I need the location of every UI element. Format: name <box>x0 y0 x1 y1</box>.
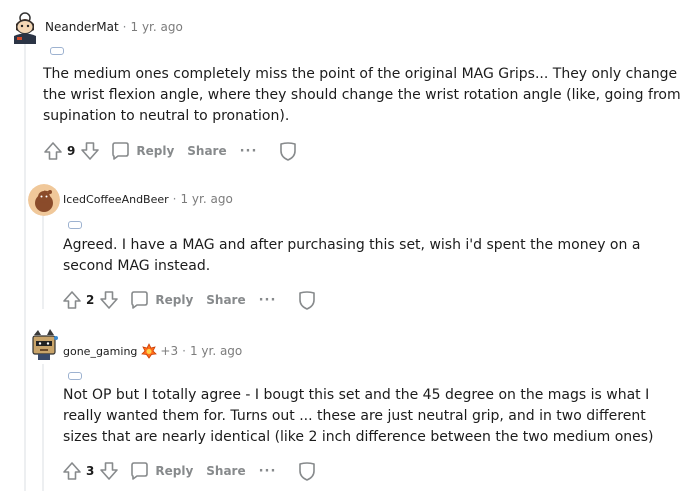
user-flair-icon <box>68 372 82 380</box>
vote-count: 2 <box>86 293 95 307</box>
timestamp[interactable]: 1 yr. ago <box>190 344 242 358</box>
downvote-icon[interactable] <box>79 140 101 162</box>
comment-actions: 3 Reply Share ··· <box>61 459 318 483</box>
reply-label: Reply <box>155 293 194 307</box>
share-button[interactable]: Share <box>206 464 245 478</box>
avatar[interactable] <box>26 326 62 362</box>
reply-button[interactable]: Reply <box>109 140 174 162</box>
comment-bubble-icon <box>131 291 149 309</box>
username[interactable]: IcedCoffeeAndBeer <box>63 193 169 206</box>
award-icon <box>141 343 158 359</box>
shield-icon[interactable] <box>277 140 299 162</box>
comment-text: Agreed. I have a MAG and after purchasin… <box>63 237 641 274</box>
comment-bubble-icon <box>131 462 149 480</box>
comment-text: Not OP but I totally agree - I bougt thi… <box>63 387 654 445</box>
comment-meta: gone_gaming +3 · 1 yr. ago <box>63 343 242 359</box>
avatar[interactable] <box>28 184 60 216</box>
shield-icon[interactable] <box>296 460 318 482</box>
reply-label: Reply <box>136 144 175 158</box>
downvote-icon[interactable] <box>98 460 120 482</box>
comment-body: Agreed. I have a MAG and after purchasin… <box>63 235 673 277</box>
thread-line-root[interactable] <box>24 42 26 491</box>
downvote-icon[interactable] <box>98 289 120 311</box>
more-options-icon[interactable]: ··· <box>240 144 258 159</box>
shield-icon[interactable] <box>296 289 318 311</box>
timestamp[interactable]: 1 yr. ago <box>180 192 232 206</box>
comment-bubble-icon <box>112 142 130 160</box>
comment-actions: 9 Reply Share ··· <box>42 139 299 163</box>
reply-button[interactable]: Reply <box>128 460 193 482</box>
user-flair-icon <box>68 221 82 229</box>
user-flair-icon <box>50 47 64 55</box>
comment-body: The medium ones completely miss the poin… <box>43 64 683 127</box>
separator-dot: · <box>182 344 186 358</box>
comment-body: Not OP but I totally agree - I bougt thi… <box>63 385 679 448</box>
comment-text: The medium ones completely miss the poin… <box>43 66 681 124</box>
more-options-icon[interactable]: ··· <box>259 293 277 308</box>
thread-line-reply-2[interactable] <box>42 364 44 491</box>
share-button[interactable]: Share <box>206 293 245 307</box>
comment-actions: 2 Reply Share ··· <box>61 288 318 312</box>
vote-count: 3 <box>86 464 95 478</box>
comment-meta: NeanderMat · 1 yr. ago <box>45 20 183 34</box>
username[interactable]: gone_gaming <box>63 345 137 358</box>
username[interactable]: NeanderMat <box>45 20 119 34</box>
separator-dot: · <box>122 20 127 34</box>
separator-dot: · <box>172 192 177 206</box>
vote-count: 9 <box>67 144 76 158</box>
avatar[interactable] <box>8 10 42 44</box>
timestamp[interactable]: 1 yr. ago <box>131 20 183 34</box>
upvote-icon[interactable] <box>42 140 64 162</box>
thread-line-reply-1[interactable] <box>42 214 44 309</box>
comment-meta: IcedCoffeeAndBeer · 1 yr. ago <box>63 192 233 206</box>
reply-label: Reply <box>155 464 194 478</box>
share-button[interactable]: Share <box>187 144 226 158</box>
upvote-icon[interactable] <box>61 289 83 311</box>
more-options-icon[interactable]: ··· <box>259 464 277 479</box>
reply-button[interactable]: Reply <box>128 289 193 311</box>
upvote-icon[interactable] <box>61 460 83 482</box>
karma-count: +3 <box>160 344 179 358</box>
